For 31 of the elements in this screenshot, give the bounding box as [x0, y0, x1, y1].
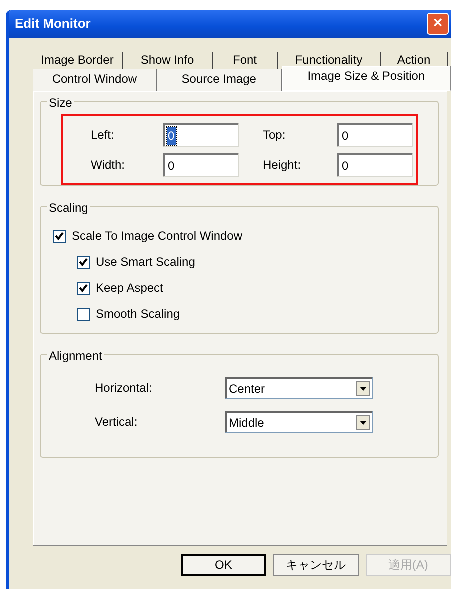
input-field[interactable]: 0 — [337, 123, 413, 147]
close-button[interactable]: × — [427, 13, 449, 35]
checkbox-label: Smooth Scaling — [96, 306, 180, 323]
field-label: Height: — [263, 157, 302, 174]
checkbox[interactable] — [77, 256, 90, 268]
dialog-button[interactable]: OK — [181, 554, 266, 576]
window-title: Edit Monitor — [15, 15, 91, 34]
field-label: Width: — [91, 157, 126, 174]
tab[interactable]: Control Window — [33, 69, 158, 91]
field-label: Top: — [263, 127, 287, 144]
input-field[interactable]: 0 — [337, 153, 413, 177]
checkbox[interactable] — [77, 308, 90, 320]
tab[interactable]: Image Size & Position — [282, 66, 451, 91]
checkbox-label: Use Smart Scaling — [96, 254, 196, 271]
dropdown-arrow-button[interactable] — [356, 381, 370, 396]
caret-icon — [360, 386, 366, 390]
field-label: Vertical: — [95, 414, 139, 431]
field-label: Horizontal: — [95, 380, 154, 397]
dropdown[interactable]: Center — [225, 377, 373, 399]
checkbox-label: Keep Aspect — [96, 280, 164, 297]
checkbox-label: Scale To Image Control Window — [72, 228, 243, 245]
dialog-button[interactable]: キャンセル — [273, 554, 359, 576]
input-field[interactable]: 0 — [163, 123, 239, 147]
field-label: Left: — [91, 127, 116, 144]
checkbox[interactable] — [77, 282, 90, 294]
dropdown-arrow-button[interactable] — [356, 415, 370, 430]
input-field[interactable]: 0 — [163, 153, 239, 177]
checkbox[interactable] — [53, 230, 66, 242]
dropdown[interactable]: Middle — [225, 411, 373, 433]
caret-icon — [360, 420, 366, 424]
tab[interactable]: Source Image — [157, 69, 282, 91]
